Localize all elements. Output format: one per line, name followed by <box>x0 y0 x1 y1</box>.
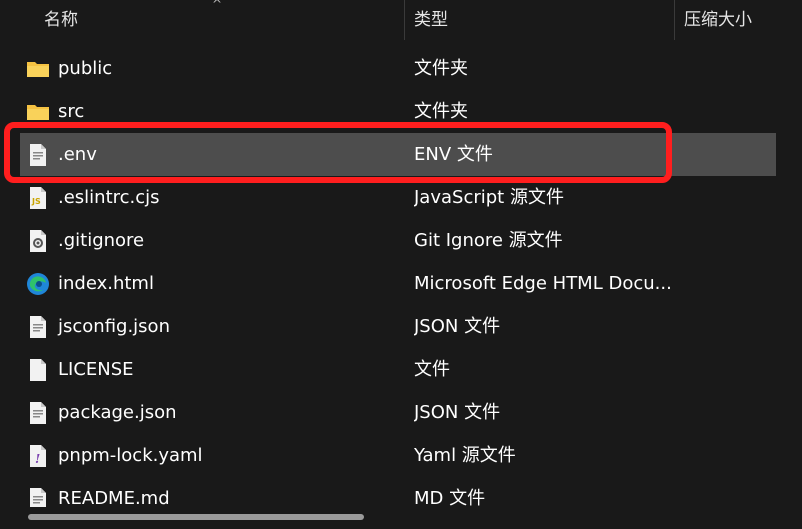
column-header-name[interactable]: 名称 <box>44 0 78 40</box>
folder-icon <box>26 100 50 124</box>
file-row[interactable]: jsconfig.json JSON 文件 <box>20 305 776 348</box>
file-name: README.md <box>58 488 170 507</box>
file-name: index.html <box>58 273 154 294</box>
file-name: jsconfig.json <box>58 316 170 337</box>
text-file-icon <box>26 401 50 425</box>
file-list: public 文件夹 src 文件夹 .env ENV 文件 JS .eslintrc.cjs… <box>0 47 802 507</box>
file-type: 文件 <box>414 359 450 380</box>
column-divider[interactable] <box>404 0 405 40</box>
gear-file-icon <box>26 229 50 253</box>
annotation-highlight-box <box>4 122 672 183</box>
folder-icon <box>26 57 50 81</box>
file-row[interactable]: package.json JSON 文件 <box>20 391 776 434</box>
column-header-type[interactable]: 类型 <box>414 0 448 40</box>
file-row[interactable]: public 文件夹 <box>20 47 776 90</box>
svg-text:!: ! <box>35 452 40 466</box>
blank-file-icon <box>26 358 50 382</box>
file-name: package.json <box>58 402 177 423</box>
file-type: JSON 文件 <box>414 316 501 337</box>
column-header-bar: 名称 ^ 类型 压缩大小 <box>0 0 802 40</box>
sort-ascending-icon: ^ <box>212 0 223 11</box>
file-row[interactable]: index.html Microsoft Edge HTML Docu... <box>20 262 776 305</box>
text-file-icon <box>26 315 50 339</box>
file-type: JSON 文件 <box>414 402 501 423</box>
file-type: MD 文件 <box>414 488 486 507</box>
file-name: LICENSE <box>58 359 134 380</box>
file-name: .gitignore <box>58 230 145 251</box>
svg-text:JS: JS <box>31 197 41 206</box>
edge-icon <box>26 272 50 296</box>
file-row[interactable]: README.md MD 文件 <box>20 477 776 507</box>
scrollbar-thumb[interactable] <box>28 514 364 520</box>
file-row[interactable]: ! pnpm-lock.yaml Yaml 源文件 <box>20 434 776 477</box>
column-divider[interactable] <box>674 0 675 40</box>
file-type: Git Ignore 源文件 <box>414 230 563 251</box>
file-name: public <box>58 58 113 79</box>
yaml-file-icon: ! <box>26 444 50 468</box>
text-file-icon <box>26 487 50 507</box>
file-type: Microsoft Edge HTML Docu... <box>414 273 672 294</box>
file-type: 文件夹 <box>414 58 468 79</box>
column-header-compressed-size[interactable]: 压缩大小 <box>684 0 752 40</box>
file-type: Yaml 源文件 <box>414 445 516 466</box>
file-name: pnpm-lock.yaml <box>58 445 203 466</box>
file-row[interactable]: .gitignore Git Ignore 源文件 <box>20 219 776 262</box>
js-file-icon: JS <box>26 186 50 210</box>
file-row[interactable]: LICENSE 文件 <box>20 348 776 391</box>
